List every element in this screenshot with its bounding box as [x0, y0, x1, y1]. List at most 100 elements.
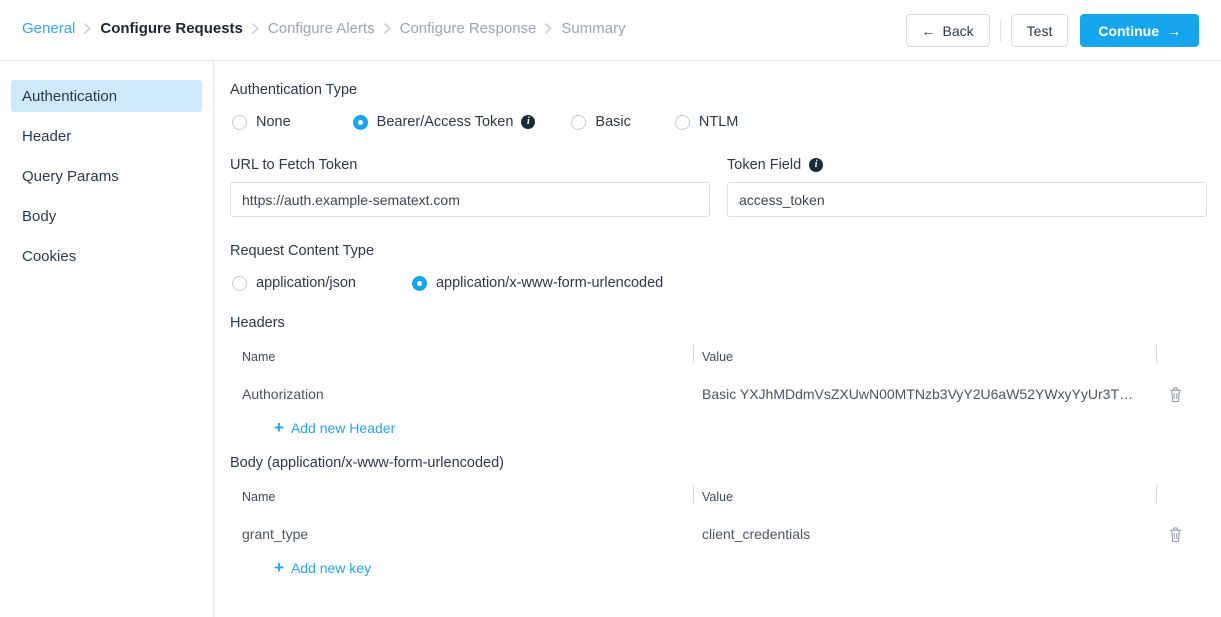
url-to-fetch-token-label: URL to Fetch Token	[230, 157, 710, 173]
column-divider	[1156, 345, 1157, 363]
radio-option-none[interactable]: None	[232, 114, 291, 130]
column-divider	[693, 485, 694, 503]
radio-option-label: None	[256, 114, 291, 130]
body-section-title: Body (application/x-www-form-urlencoded)	[230, 455, 504, 471]
breadcrumb-item-configure-response[interactable]: Configure Response	[400, 20, 537, 37]
request-content-type-radio-group: application/json application/x-www-form-…	[230, 275, 1207, 291]
radio-option-label: Basic	[595, 114, 631, 130]
chevron-right-icon	[545, 23, 552, 34]
headers-table: Name Value Authorization Basic YXJhMDdmV…	[230, 344, 1195, 438]
radio-indicator	[232, 114, 247, 130]
radio-indicator	[674, 114, 690, 130]
chevron-right-icon	[383, 23, 391, 34]
field-label-text: Token Field	[727, 157, 802, 173]
add-new-key-label: Add new key	[290, 559, 372, 576]
token-field-label: Token Field i	[727, 157, 1207, 173]
body-table-header-row: Name Value	[230, 484, 1195, 510]
chevron-right-icon	[252, 23, 259, 34]
continue-button-label: Continue	[1098, 22, 1159, 39]
info-icon[interactable]: i	[521, 115, 536, 129]
top-actions: ← Back Test Continue →	[905, 14, 1199, 47]
trash-icon[interactable]	[1168, 386, 1183, 403]
arrow-left-icon: ←	[921, 22, 936, 39]
sidebar-item-authentication[interactable]: Authentication	[11, 80, 202, 112]
sidebar: Authentication Header Query Params Body …	[0, 61, 214, 617]
radio-option-application-json[interactable]: application/json	[232, 275, 356, 291]
continue-button[interactable]: Continue →	[1080, 14, 1199, 47]
sidebar-item-label: Authentication	[22, 87, 118, 105]
top-bar: General Configure Requests Configure Ale…	[0, 0, 1221, 61]
headers-column-name: Name	[242, 350, 276, 364]
url-to-fetch-token-group: URL to Fetch Token	[230, 157, 710, 217]
radio-option-label: application/json	[256, 275, 356, 291]
radio-option-label: Bearer/Access Token	[376, 114, 514, 130]
add-new-key-link[interactable]: + Add new key	[274, 559, 371, 576]
chevron-right-icon	[84, 23, 91, 34]
headers-table-header-row: Name Value	[230, 344, 1195, 370]
body-column-name: Name	[242, 490, 276, 504]
action-divider	[999, 19, 1001, 42]
authentication-type-radio-group: None Bearer/Access Token i Basic NTLM	[230, 114, 1207, 130]
header-name-cell[interactable]: Authorization	[230, 386, 693, 402]
token-field-input[interactable]	[727, 182, 1207, 217]
sidebar-item-label: Body	[22, 207, 57, 225]
add-new-header-label: Add new Header	[290, 419, 396, 436]
web-monitor-configure-requests-page: General Configure Requests Configure Ale…	[0, 0, 1221, 617]
test-button-label: Test	[1026, 22, 1053, 39]
radio-indicator-selected	[352, 114, 368, 130]
body-column-value: Value	[702, 490, 734, 504]
body-key-cell[interactable]: grant_type	[230, 526, 693, 542]
back-button[interactable]: ← Back	[905, 14, 990, 47]
token-fields-row: URL to Fetch Token Token Field i	[230, 157, 1207, 217]
back-button-label: Back	[942, 22, 974, 39]
column-divider	[693, 345, 694, 363]
body-delete-cell[interactable]	[1156, 526, 1195, 543]
token-field-group: Token Field i	[727, 157, 1207, 217]
trash-icon[interactable]	[1168, 526, 1183, 543]
radio-indicator	[232, 275, 247, 291]
header-delete-cell[interactable]	[1156, 386, 1195, 403]
arrow-right-icon: →	[1167, 22, 1181, 39]
sidebar-item-header[interactable]: Header	[11, 120, 202, 152]
table-row[interactable]: grant_type client_credentials	[230, 519, 1195, 549]
info-icon[interactable]: i	[809, 158, 824, 172]
field-label-text: URL to Fetch Token	[230, 157, 358, 173]
body-table: Name Value grant_type client_credentials…	[230, 484, 1195, 578]
sidebar-item-label: Header	[22, 127, 72, 145]
sidebar-item-cookies[interactable]: Cookies	[11, 240, 202, 272]
radio-option-ntlm[interactable]: NTLM	[674, 114, 739, 130]
sidebar-item-label: Cookies	[22, 247, 77, 265]
headers-section-title: Headers	[230, 315, 285, 331]
radio-option-basic[interactable]: Basic	[571, 114, 631, 130]
add-new-header-link[interactable]: + Add new Header	[274, 419, 395, 436]
body-value-cell[interactable]: client_credentials	[693, 526, 1156, 542]
breadcrumb-item-general[interactable]: General	[22, 20, 75, 37]
plus-icon: +	[274, 418, 284, 437]
sidebar-item-body[interactable]: Body	[11, 200, 202, 232]
headers-column-value: Value	[702, 350, 734, 364]
table-row[interactable]: Authorization Basic YXJhMDdmVsZXUwN00MTN…	[230, 379, 1195, 409]
radio-option-label: application/x-www-form-urlencoded	[435, 275, 664, 291]
plus-icon: +	[274, 558, 284, 577]
radio-indicator	[571, 114, 587, 130]
breadcrumb-item-summary[interactable]: Summary	[561, 20, 625, 37]
column-divider	[1156, 485, 1157, 503]
radio-option-label: NTLM	[698, 114, 739, 130]
breadcrumb-item-configure-alerts[interactable]: Configure Alerts	[268, 20, 375, 37]
radio-option-bearer-access-token[interactable]: Bearer/Access Token i	[352, 114, 536, 130]
test-button[interactable]: Test	[1010, 14, 1069, 47]
header-value-cell[interactable]: Basic YXJhMDdmVsZXUwN00MTNzb3VyY2U6aW52Y…	[693, 386, 1156, 402]
breadcrumb-item-configure-requests[interactable]: Configure Requests	[100, 20, 243, 37]
radio-option-application-x-www-form-urlencoded[interactable]: application/x-www-form-urlencoded	[411, 275, 664, 291]
radio-indicator-selected	[411, 275, 427, 291]
main-content: Authentication Type None Bearer/Access T…	[214, 61, 1221, 617]
authentication-type-label: Authentication Type	[230, 82, 358, 98]
url-to-fetch-token-input[interactable]	[230, 182, 710, 217]
sidebar-item-label: Query Params	[22, 167, 119, 185]
breadcrumb: General Configure Requests Configure Ale…	[22, 20, 626, 37]
sidebar-item-query-params[interactable]: Query Params	[11, 160, 202, 192]
